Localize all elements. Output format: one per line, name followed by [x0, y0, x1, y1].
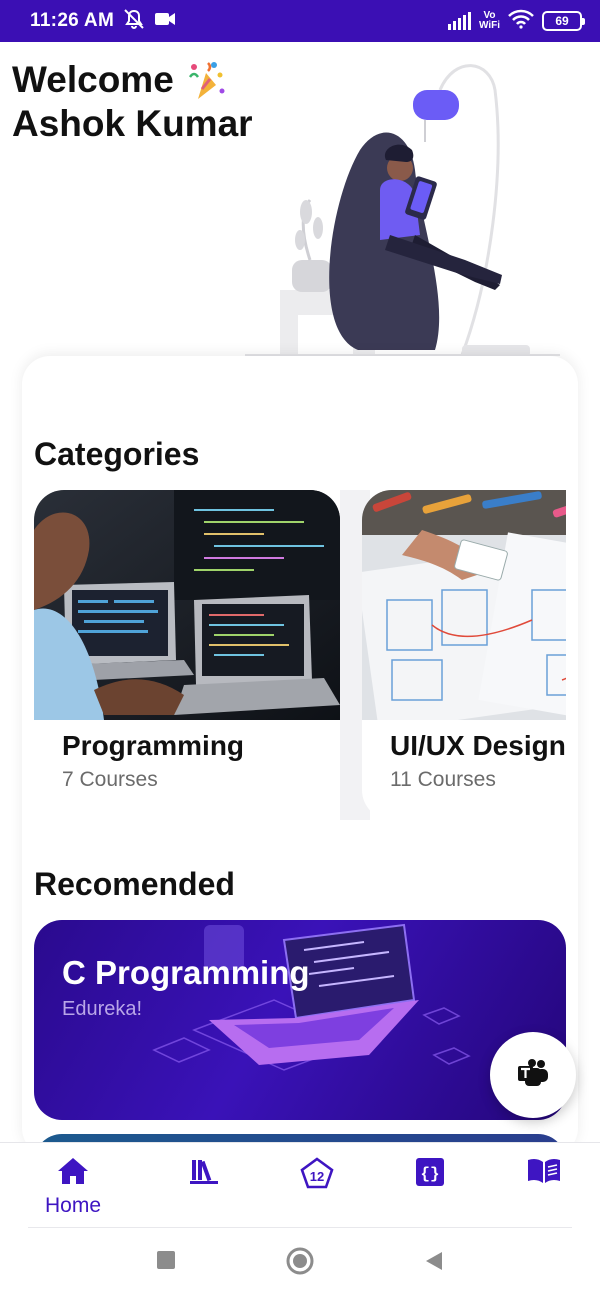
categories-title: Categories: [34, 436, 200, 472]
app-screen: 11:26 AM Vo WiFi 69 Welcome Ashok Kumar …: [0, 0, 600, 1300]
recommended-title: Recomended: [34, 866, 235, 902]
vowifi-label: Vo WiFi: [478, 10, 500, 31]
book-open-icon: [526, 1157, 562, 1190]
nav-library[interactable]: [164, 1157, 244, 1190]
teams-fab[interactable]: [490, 1032, 576, 1118]
course-provider: Edureka!: [62, 998, 143, 1020]
party-popper-icon: [184, 59, 226, 101]
svg-text:{}: {}: [420, 1165, 439, 1183]
video-icon: [154, 11, 176, 32]
svg-text:12: 12: [310, 1169, 324, 1184]
nav-home-label: Home: [44, 1194, 102, 1217]
back-button-icon[interactable]: [424, 1250, 444, 1277]
welcome-text: Welcome: [12, 59, 174, 100]
status-time: 11:26 AM: [30, 10, 115, 31]
category-card-programming[interactable]: Programming 7 Courses: [34, 490, 340, 820]
category-name: Programming: [62, 730, 245, 761]
reading-woman-illustration: [240, 50, 570, 360]
recents-button-icon[interactable]: [156, 1250, 176, 1275]
mute-icon: [122, 8, 146, 35]
uiux-image: [362, 490, 566, 732]
status-bar: 11:26 AM Vo WiFi 69: [0, 0, 600, 42]
course-title: C Programming: [62, 954, 310, 991]
pentagon-12-icon: 12: [300, 1157, 334, 1194]
categories-carousel[interactable]: Programming 7 Courses UI/UX Design 11 Co…: [34, 490, 566, 820]
category-count: 7 Courses: [62, 768, 158, 791]
nav-pentagon[interactable]: 12: [277, 1157, 357, 1194]
home-icon: [57, 1157, 89, 1190]
category-card-ui-ux-design[interactable]: UI/UX Design 11 Courses: [362, 490, 566, 820]
home-button-icon[interactable]: [285, 1246, 315, 1281]
category-name: UI/UX Design: [390, 730, 566, 761]
code-braces-icon: {}: [415, 1157, 445, 1192]
battery-icon: 69: [542, 11, 585, 31]
programming-image: [34, 490, 340, 720]
nav-code[interactable]: {}: [390, 1157, 470, 1192]
signal-icon: [447, 12, 471, 30]
system-navigation-bar: [0, 1228, 600, 1300]
category-count: 11 Courses: [390, 768, 496, 791]
recommended-card-c-programming[interactable]: C Programming Edureka!: [34, 920, 566, 1120]
nav-home[interactable]: Home: [33, 1157, 113, 1218]
nav-book[interactable]: [504, 1157, 584, 1190]
battery-level: 69: [555, 14, 569, 28]
wifi-icon: [508, 9, 534, 34]
bottom-navigation: Home 12 {}: [0, 1142, 600, 1228]
library-icon: [189, 1157, 219, 1190]
teams-icon: [516, 1058, 550, 1093]
